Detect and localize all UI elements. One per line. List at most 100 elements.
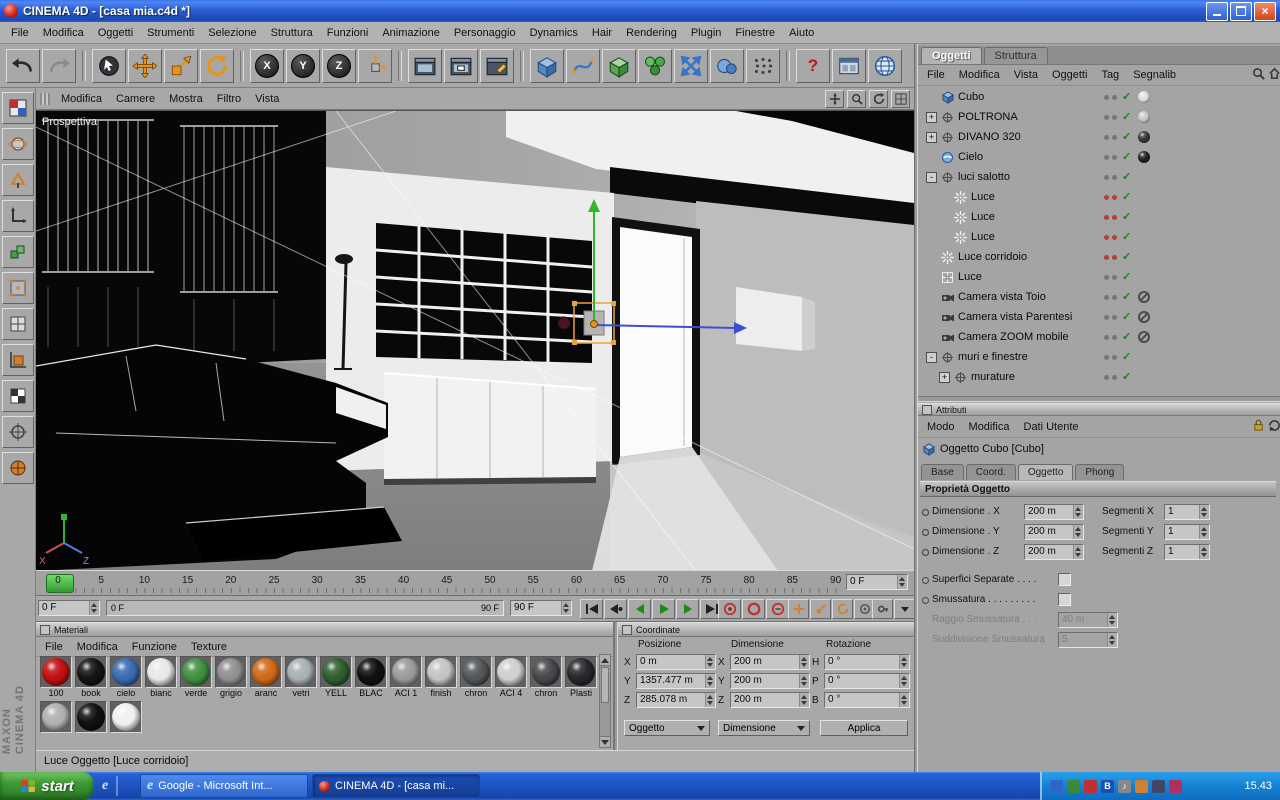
- menu-aiuto[interactable]: Aiuto: [782, 25, 821, 41]
- keyframe-circle[interactable]: [922, 549, 929, 556]
- spinner[interactable]: [1073, 505, 1083, 519]
- attr-tab-base[interactable]: Base: [921, 464, 964, 480]
- material-sphere[interactable]: [565, 656, 597, 688]
- enabled-check[interactable]: ✓: [1122, 170, 1131, 183]
- object-row-luce-7[interactable]: +Luce✓: [918, 227, 1280, 247]
- visibility-editor-dot[interactable]: [1104, 235, 1109, 240]
- orbit-camera-button[interactable]: [2, 128, 34, 160]
- object-label[interactable]: Luce: [971, 191, 995, 203]
- expand-toggle[interactable]: +: [939, 371, 950, 383]
- visibility-render-dot[interactable]: [1112, 115, 1117, 120]
- material-yell[interactable]: YELL: [320, 656, 352, 699]
- scroll-down-arrow[interactable]: [600, 736, 610, 747]
- layout-palette-button[interactable]: [2, 92, 34, 124]
- home-icon[interactable]: [1268, 67, 1280, 80]
- mode-dimension-dropdown[interactable]: Dimensione: [718, 720, 810, 736]
- scale-tool-button[interactable]: [164, 48, 198, 83]
- visibility-render-dot[interactable]: [1112, 335, 1117, 340]
- spinner[interactable]: [1199, 545, 1209, 559]
- materials-menu-funzione[interactable]: Funzione: [125, 639, 184, 655]
- viewport-menu-mostra[interactable]: Mostra: [162, 91, 210, 107]
- material-sphere[interactable]: [110, 701, 142, 733]
- protection-tag-icon[interactable]: [1138, 291, 1150, 303]
- materials-menu-modifica[interactable]: Modifica: [70, 639, 125, 655]
- attr-dimension-z-field[interactable]: 200 m: [1024, 544, 1084, 560]
- material-sphere[interactable]: [180, 656, 212, 688]
- move-tool-button[interactable]: [128, 48, 162, 83]
- material-grigio[interactable]: grigio: [215, 656, 247, 699]
- enabled-check[interactable]: ✓: [1122, 370, 1131, 383]
- object-row-luce-5[interactable]: +Luce✓: [918, 187, 1280, 207]
- menu-hair[interactable]: Hair: [585, 25, 619, 41]
- object-manager-menu-segnalib[interactable]: Segnalib: [1126, 67, 1183, 83]
- attr-tab-oggetto[interactable]: Oggetto: [1017, 464, 1074, 480]
- object-manager-menu-modifica[interactable]: Modifica: [952, 67, 1007, 83]
- end-frame-field[interactable]: 90 F: [510, 600, 572, 616]
- playback-options-button[interactable]: [894, 599, 915, 619]
- menu-funzioni[interactable]: Funzioni: [320, 25, 376, 41]
- enabled-check[interactable]: ✓: [1122, 210, 1131, 223]
- object-row-muri-e-finestre-13[interactable]: - muri e finestre ✓: [918, 347, 1280, 367]
- material-sphere[interactable]: [495, 656, 527, 688]
- attr-tab-phong[interactable]: Phong: [1075, 464, 1125, 480]
- tab-oggetti[interactable]: Oggetti: [921, 47, 982, 64]
- menu-dynamics[interactable]: Dynamics: [523, 25, 585, 41]
- visibility-editor-dot[interactable]: [1104, 315, 1109, 320]
- zoom-view-button[interactable]: [847, 89, 866, 108]
- record-scale-toggle[interactable]: [810, 599, 831, 619]
- material-sphere[interactable]: [390, 656, 422, 688]
- visibility-editor-dot[interactable]: [1104, 255, 1109, 260]
- network-icon[interactable]: [1050, 779, 1063, 793]
- attr-segments-x-field[interactable]: 1: [1164, 504, 1210, 520]
- rotation-p-field[interactable]: 0 °: [824, 673, 910, 689]
- add-nurbs-button[interactable]: [602, 48, 636, 83]
- attributes-menu-modifica[interactable]: Modifica: [962, 419, 1017, 435]
- object-row-murature-14[interactable]: + murature ✓: [918, 367, 1280, 387]
- enabled-check[interactable]: ✓: [1122, 350, 1131, 363]
- object-row-camera-vista-parentesi-11[interactable]: +Camera vista Parentesi✓: [918, 307, 1280, 327]
- texture-tag-icon[interactable]: [1138, 111, 1150, 123]
- visibility-render-dot[interactable]: [1112, 315, 1117, 320]
- rotate-view-button[interactable]: [869, 89, 888, 108]
- material-finish[interactable]: finish: [425, 656, 457, 699]
- visibility-editor-dot[interactable]: [1104, 295, 1109, 300]
- object-row-camera-zoom-mobile-12[interactable]: +Camera ZOOM mobile✓: [918, 327, 1280, 347]
- visibility-editor-dot[interactable]: [1104, 115, 1109, 120]
- material-aci-1[interactable]: ACI 1: [390, 656, 422, 699]
- protection-tag-icon[interactable]: [1138, 331, 1150, 343]
- dimension-x-field[interactable]: 200 m: [730, 654, 810, 670]
- spinner[interactable]: [561, 601, 571, 615]
- spinner[interactable]: [1199, 525, 1209, 539]
- material-vetri[interactable]: vetri: [285, 656, 317, 699]
- add-environment-button[interactable]: [710, 48, 744, 83]
- material-thumb-2-1[interactable]: [75, 701, 107, 744]
- selection-filter-button[interactable]: [2, 416, 34, 448]
- attributes-menu-modo[interactable]: Modo: [920, 419, 962, 435]
- menu-rendering[interactable]: Rendering: [619, 25, 684, 41]
- viewport-menu-camere[interactable]: Camere: [109, 91, 162, 107]
- menu-personaggio[interactable]: Personaggio: [447, 25, 523, 41]
- enabled-check[interactable]: ✓: [1122, 90, 1131, 103]
- texture-tag-icon[interactable]: [1138, 91, 1150, 103]
- material-sphere[interactable]: [75, 656, 107, 688]
- mode-object-dropdown[interactable]: Oggetto: [624, 720, 710, 736]
- object-manager-menu-file[interactable]: File: [920, 67, 952, 83]
- enabled-check[interactable]: ✓: [1122, 130, 1131, 143]
- object-row-luce-9[interactable]: +Luce✓: [918, 267, 1280, 287]
- expand-toggle[interactable]: +: [926, 111, 937, 123]
- position-y-field[interactable]: 1357.477 m: [636, 673, 716, 689]
- attr-dimension-x-field[interactable]: 200 m: [1024, 504, 1084, 520]
- history-icon[interactable]: [1268, 419, 1280, 432]
- visibility-render-dot[interactable]: [1112, 215, 1117, 220]
- add-particles-button[interactable]: [746, 48, 780, 83]
- live-selection-button[interactable]: [92, 48, 126, 83]
- play-button[interactable]: [652, 599, 675, 619]
- current-frame-field[interactable]: 0 F: [846, 574, 908, 590]
- spinner[interactable]: [799, 655, 809, 669]
- separate-surfaces-checkbox[interactable]: [1058, 573, 1071, 586]
- taskbar-task-cinema4d[interactable]: CINEMA 4D - [casa mi...: [312, 774, 480, 798]
- visibility-render-dot[interactable]: [1112, 275, 1117, 280]
- visibility-editor-dot[interactable]: [1104, 175, 1109, 180]
- material-sphere[interactable]: [75, 701, 107, 733]
- material-sphere[interactable]: [530, 656, 562, 688]
